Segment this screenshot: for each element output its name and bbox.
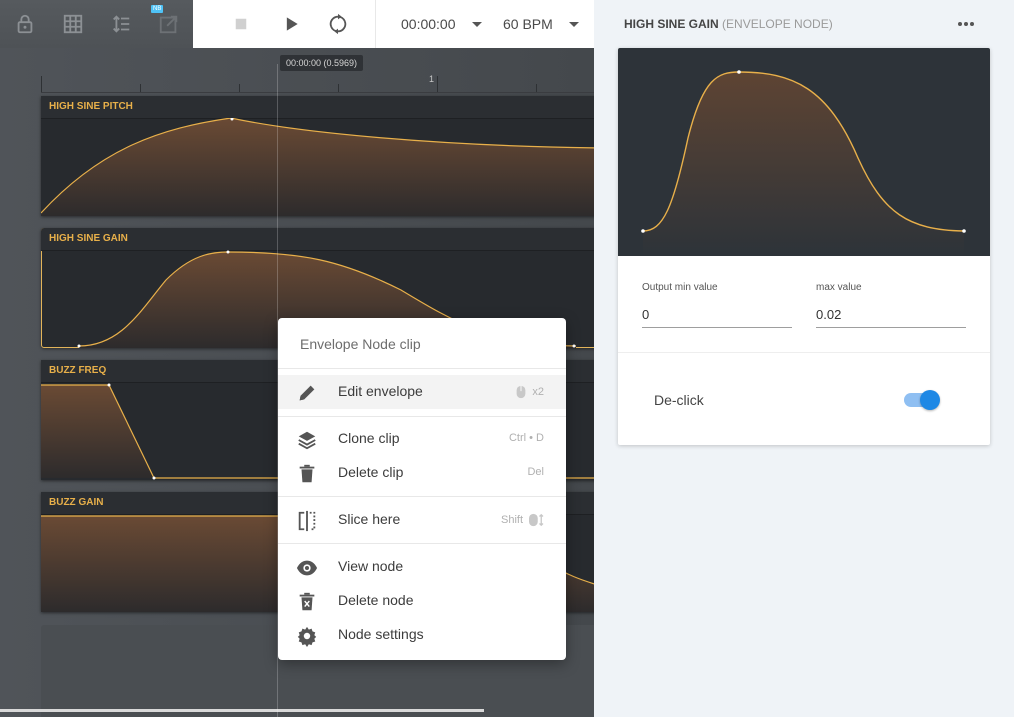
- trash-x-icon: [299, 592, 315, 611]
- menu-item-label: Clone clip: [338, 430, 400, 446]
- menu-item-node-settings[interactable]: Node settings: [278, 618, 566, 652]
- menu-item-shortcut: x2: [515, 385, 544, 399]
- panel-title: HIGH SINE GAIN (ENVELOPE NODE): [624, 17, 833, 31]
- panel-subtitle: (ENVELOPE NODE): [722, 17, 833, 31]
- popout-button[interactable]: NB: [151, 5, 182, 37]
- panel-title-text: HIGH SINE GAIN: [624, 17, 719, 31]
- menu-item-shortcut: Shift: [501, 513, 544, 527]
- grid-button[interactable]: [60, 11, 86, 37]
- menu-item-slice-here[interactable]: Slice here Shift: [278, 503, 566, 537]
- menu-item-shortcut: Del: [527, 466, 544, 478]
- horizontal-scrollbar[interactable]: [0, 709, 484, 712]
- popout-icon: [159, 15, 178, 34]
- tempo-select[interactable]: 60 BPM: [503, 14, 579, 34]
- chevron-down-icon: [568, 21, 579, 27]
- menu-item-view-node[interactable]: View node: [278, 550, 566, 584]
- layers-icon: [298, 431, 316, 450]
- envelope-curve: [41, 118, 594, 216]
- menu-item-shortcut: Ctrl • D: [508, 432, 544, 444]
- lock-icon: [17, 14, 33, 34]
- menu-item-label: Edit envelope: [338, 383, 423, 399]
- transport-bar: 00:00:00 60 BPM: [193, 0, 594, 49]
- time-value: 00:00:00: [401, 16, 456, 32]
- grid-icon: [63, 14, 83, 34]
- more-horizontal-icon: [958, 22, 974, 26]
- envelope-card: Output min value max value De-click: [618, 48, 990, 445]
- menu-item-label: View node: [338, 558, 404, 574]
- menu-item-label: Delete clip: [338, 464, 404, 480]
- timeline-ruler[interactable]: [41, 76, 594, 93]
- menu-divider: [278, 416, 566, 417]
- clip-title: HIGH SINE GAIN: [41, 228, 594, 251]
- max-value-input[interactable]: [816, 301, 966, 328]
- lock-button[interactable]: [12, 11, 38, 37]
- gear-icon: [297, 626, 317, 647]
- context-menu-title: Envelope Node clip: [300, 336, 421, 352]
- separator: [375, 0, 376, 48]
- ruler-marker: 1: [429, 74, 435, 84]
- menu-divider: [278, 543, 566, 544]
- time-select[interactable]: 00:00:00: [401, 14, 482, 34]
- toggle-knob: [920, 390, 940, 410]
- menu-item-label: Delete node: [338, 592, 414, 608]
- eye-icon: [296, 560, 318, 576]
- stop-icon: [235, 18, 247, 30]
- card-divider: [618, 352, 990, 353]
- shortcut-text: x2: [532, 386, 544, 398]
- menu-item-delete-clip[interactable]: Delete clip Del: [278, 456, 566, 490]
- clip-high-sine-pitch[interactable]: HIGH SINE PITCH: [41, 96, 594, 216]
- max-value-label: max value: [816, 282, 862, 293]
- output-min-label: Output min value: [642, 282, 718, 293]
- play-icon: [286, 17, 298, 31]
- stop-button[interactable]: [229, 12, 253, 36]
- loop-button[interactable]: [326, 12, 350, 36]
- line-spacing-icon: [113, 15, 130, 33]
- envelope-preview-curve: [641, 70, 966, 256]
- declick-label: De-click: [654, 392, 704, 408]
- tempo-value: 60 BPM: [503, 16, 553, 32]
- playhead-time-label[interactable]: 00:00:00 (0.5969): [280, 55, 364, 71]
- menu-item-label: Node settings: [338, 626, 424, 642]
- play-button[interactable]: [279, 12, 303, 36]
- menu-item-clone-clip[interactable]: Clone clip Ctrl • D: [278, 422, 566, 456]
- node-inspector-panel: HIGH SINE GAIN (ENVELOPE NODE) Output mi…: [594, 0, 1014, 717]
- chevron-down-icon: [471, 21, 482, 27]
- slice-icon: [298, 510, 316, 532]
- envelope-preview[interactable]: [618, 48, 990, 256]
- shortcut-text: Shift: [500, 514, 523, 526]
- menu-item-delete-node[interactable]: Delete node: [278, 584, 566, 618]
- menu-divider: [278, 496, 566, 497]
- menu-item-label: Slice here: [338, 511, 401, 527]
- output-min-input[interactable]: [642, 301, 792, 328]
- declick-toggle[interactable]: [904, 390, 940, 410]
- mouse-icon: [517, 385, 526, 399]
- line-spacing-button[interactable]: [108, 11, 134, 37]
- mouse-drag-icon: [529, 513, 544, 527]
- clip-title: HIGH SINE PITCH: [41, 96, 594, 119]
- more-button[interactable]: [956, 14, 976, 34]
- popout-badge: NB: [151, 5, 164, 13]
- menu-item-edit-envelope[interactable]: Edit envelope x2: [278, 375, 566, 409]
- trash-icon: [299, 464, 315, 483]
- pencil-icon: [299, 385, 315, 401]
- timeline-toolbar: NB: [0, 0, 193, 48]
- context-menu: Envelope Node clip Edit envelope x2 Clon…: [278, 318, 566, 660]
- loop-icon: [329, 13, 347, 35]
- menu-divider: [278, 368, 566, 369]
